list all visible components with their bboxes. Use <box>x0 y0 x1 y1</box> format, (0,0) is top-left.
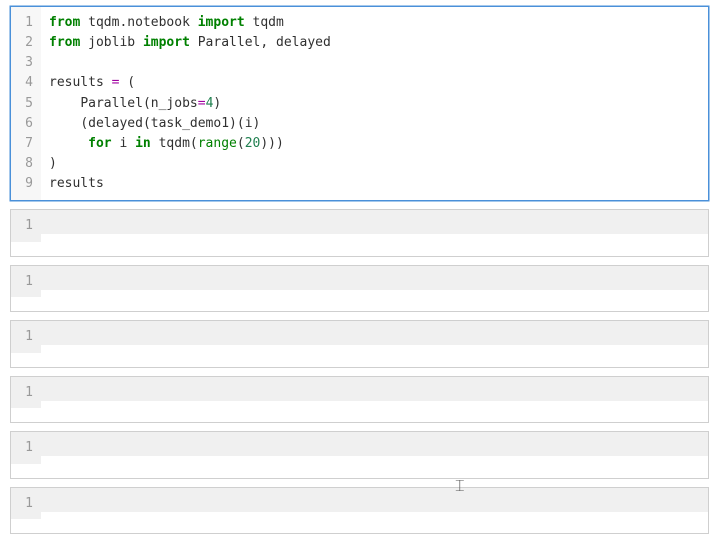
output-lower <box>11 408 708 422</box>
output-lower <box>11 519 708 533</box>
output-content <box>41 488 708 512</box>
line-number: 1 <box>17 13 33 33</box>
output-cell[interactable]: 1 <box>10 265 709 313</box>
paren-open: ( <box>190 136 198 151</box>
paren-close: ) <box>253 116 261 131</box>
text-cursor-icon: ⌶ <box>455 478 465 496</box>
paren-open: ( <box>143 96 151 111</box>
output-lower <box>11 353 708 367</box>
output-area: 1 <box>11 488 708 534</box>
output-line-number: 1 <box>11 321 41 353</box>
call-name: delayed <box>88 116 143 131</box>
paren-open: ( <box>237 136 245 151</box>
output-content <box>41 432 708 456</box>
output-cell[interactable]: 1 <box>10 431 709 479</box>
output-lower <box>11 297 708 311</box>
output-line-number: 1 <box>11 266 41 298</box>
output-content <box>41 321 708 345</box>
number-literal: 20 <box>245 136 261 151</box>
module-name: tqdm <box>88 15 119 30</box>
line-number: 4 <box>17 73 33 93</box>
paren-open: ( <box>127 75 135 90</box>
output-area: 1 <box>11 321 708 367</box>
keyword-from: from <box>49 15 80 30</box>
comma: , <box>260 35 276 50</box>
output-lower <box>11 464 708 478</box>
output-content <box>41 210 708 234</box>
builtin-range: range <box>198 136 237 151</box>
output-area: 1 <box>11 377 708 423</box>
line-number: 3 <box>17 53 33 73</box>
paren-close: ))) <box>260 136 283 151</box>
keyword-in: in <box>135 136 151 151</box>
paren-close: ) <box>49 156 57 171</box>
line-number: 8 <box>17 154 33 174</box>
arg-name: task_demo1 <box>151 116 229 131</box>
attr-name: notebook <box>127 15 190 30</box>
operator-equals: = <box>198 96 206 111</box>
line-number: 9 <box>17 174 33 194</box>
keyword-import: import <box>143 35 190 50</box>
call-name: Parallel <box>80 96 143 111</box>
import-name: delayed <box>276 35 331 50</box>
output-line-number: 1 <box>11 377 41 409</box>
line-gutter: 1 2 3 4 5 6 7 8 9 <box>11 7 41 200</box>
output-lower <box>11 242 708 256</box>
var-name: i <box>245 116 253 131</box>
output-content <box>41 377 708 401</box>
keyword-import: import <box>198 15 245 30</box>
output-line-number: 1 <box>11 488 41 520</box>
output-cell[interactable]: 1 <box>10 209 709 257</box>
module-name: joblib <box>88 35 135 50</box>
paren-close: ) <box>213 96 221 111</box>
line-number: 5 <box>17 94 33 114</box>
line-number: 2 <box>17 33 33 53</box>
paren-open: ( <box>80 116 88 131</box>
output-line-number: 1 <box>11 210 41 242</box>
paren-close: ) <box>229 116 237 131</box>
arg-name: n_jobs <box>151 96 198 111</box>
code-cell-main[interactable]: 1 2 3 4 5 6 7 8 9 from tqdm.notebook imp… <box>10 6 709 201</box>
output-area: 1 <box>11 210 708 256</box>
output-area: 1 <box>11 266 708 312</box>
code-area: 1 2 3 4 5 6 7 8 9 from tqdm.notebook imp… <box>11 7 708 200</box>
output-line-number: 1 <box>11 432 41 464</box>
output-content <box>41 266 708 290</box>
paren-open: ( <box>237 116 245 131</box>
var-name: results <box>49 176 104 191</box>
line-number: 6 <box>17 114 33 134</box>
var-name: results <box>49 75 104 90</box>
operator-equals: = <box>112 75 120 90</box>
import-name: Parallel <box>198 35 261 50</box>
line-number: 7 <box>17 134 33 154</box>
call-name: tqdm <box>159 136 190 151</box>
import-name: tqdm <box>253 15 284 30</box>
output-cell[interactable]: 1 <box>10 376 709 424</box>
keyword-from: from <box>49 35 80 50</box>
output-area: 1 <box>11 432 708 478</box>
code-editor[interactable]: from tqdm.notebook import tqdm from jobl… <box>41 7 708 200</box>
var-name: i <box>119 136 127 151</box>
output-cell[interactable]: 1 <box>10 487 709 534</box>
output-cell[interactable]: 1 <box>10 320 709 368</box>
paren-open: ( <box>143 116 151 131</box>
keyword-for: for <box>88 136 111 151</box>
